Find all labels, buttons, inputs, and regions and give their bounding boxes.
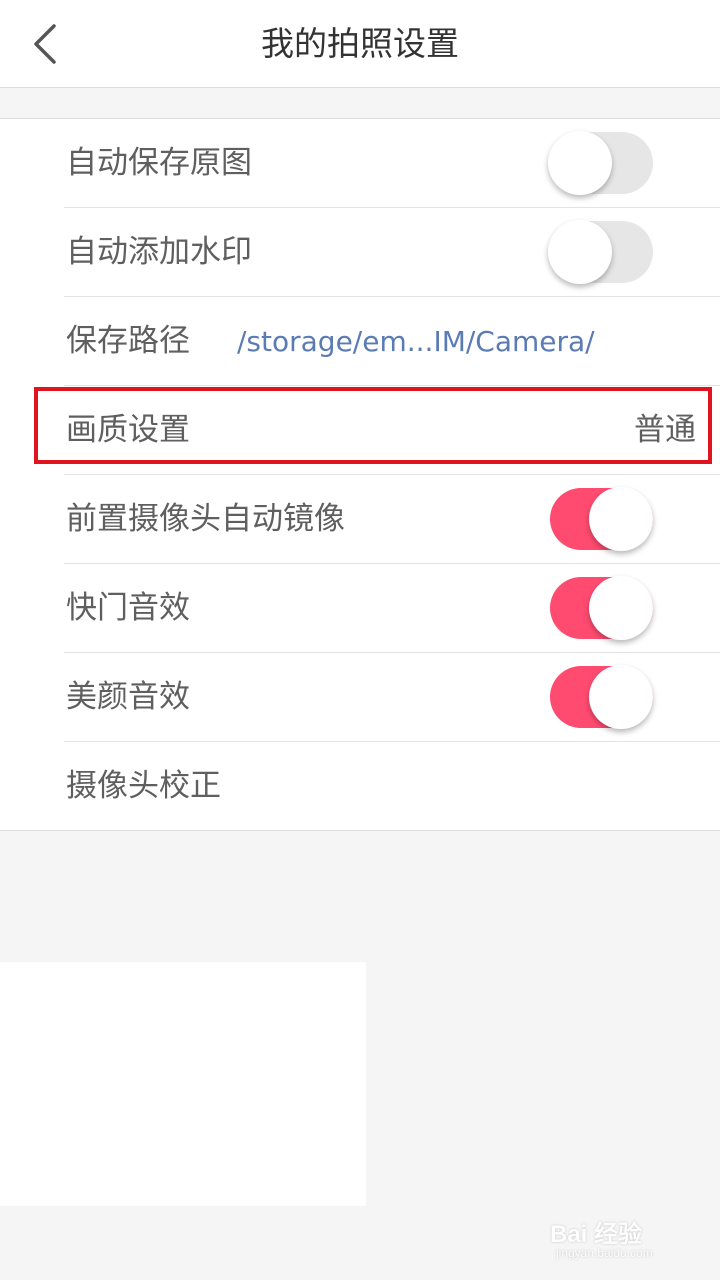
blank-card bbox=[0, 962, 366, 1206]
toggle-knob bbox=[548, 131, 612, 195]
setting-shutter-sound[interactable]: 快门音效 bbox=[0, 564, 720, 653]
beauty-sound-toggle[interactable] bbox=[550, 665, 653, 729]
quality-value[interactable]: 普通 bbox=[634, 386, 696, 475]
setting-label: 摄像头校正 bbox=[66, 768, 221, 804]
setting-label: 保存路径 bbox=[66, 323, 190, 359]
watermark-url: jingyan.baidu.com bbox=[556, 1246, 653, 1260]
setting-auto-save-original[interactable]: 自动保存原图 bbox=[0, 119, 720, 208]
camera-settings-screen: 我的拍照设置 自动保存原图 自动添加水印 保存路径 /storage/em...… bbox=[0, 0, 720, 1280]
watermark-logo: Bai 经验 bbox=[550, 1221, 643, 1248]
baidu-jingyan-watermark: Bai 经验 jingyan.baidu.com bbox=[550, 1214, 680, 1274]
front-mirror-toggle[interactable] bbox=[550, 487, 653, 551]
header-bar: 我的拍照设置 bbox=[0, 0, 720, 88]
setting-label: 前置摄像头自动镜像 bbox=[66, 501, 345, 537]
auto-watermark-toggle[interactable] bbox=[548, 220, 653, 284]
toggle-knob bbox=[548, 220, 612, 284]
toggle-knob bbox=[589, 665, 653, 729]
toggle-knob bbox=[589, 487, 653, 551]
setting-front-mirror[interactable]: 前置摄像头自动镜像 bbox=[0, 475, 720, 564]
setting-label: 画质设置 bbox=[66, 412, 190, 448]
setting-label: 自动添加水印 bbox=[66, 234, 252, 270]
setting-label: 美颜音效 bbox=[66, 679, 190, 715]
setting-quality[interactable]: 画质设置 普通 bbox=[0, 386, 720, 475]
setting-label: 快门音效 bbox=[66, 590, 190, 626]
setting-camera-calibration[interactable]: 摄像头校正 bbox=[0, 742, 720, 831]
save-path-value[interactable]: /storage/em...IM/Camera/ bbox=[237, 297, 595, 386]
shutter-sound-toggle[interactable] bbox=[550, 576, 653, 640]
setting-auto-watermark[interactable]: 自动添加水印 bbox=[0, 208, 720, 297]
auto-save-original-toggle[interactable] bbox=[548, 131, 653, 195]
page-title: 我的拍照设置 bbox=[261, 24, 459, 63]
setting-save-path[interactable]: 保存路径 /storage/em...IM/Camera/ bbox=[0, 297, 720, 386]
setting-beauty-sound[interactable]: 美颜音效 bbox=[0, 653, 720, 742]
setting-label: 自动保存原图 bbox=[66, 145, 252, 181]
toggle-knob bbox=[589, 576, 653, 640]
settings-list: 自动保存原图 自动添加水印 保存路径 /storage/em...IM/Came… bbox=[0, 118, 720, 831]
